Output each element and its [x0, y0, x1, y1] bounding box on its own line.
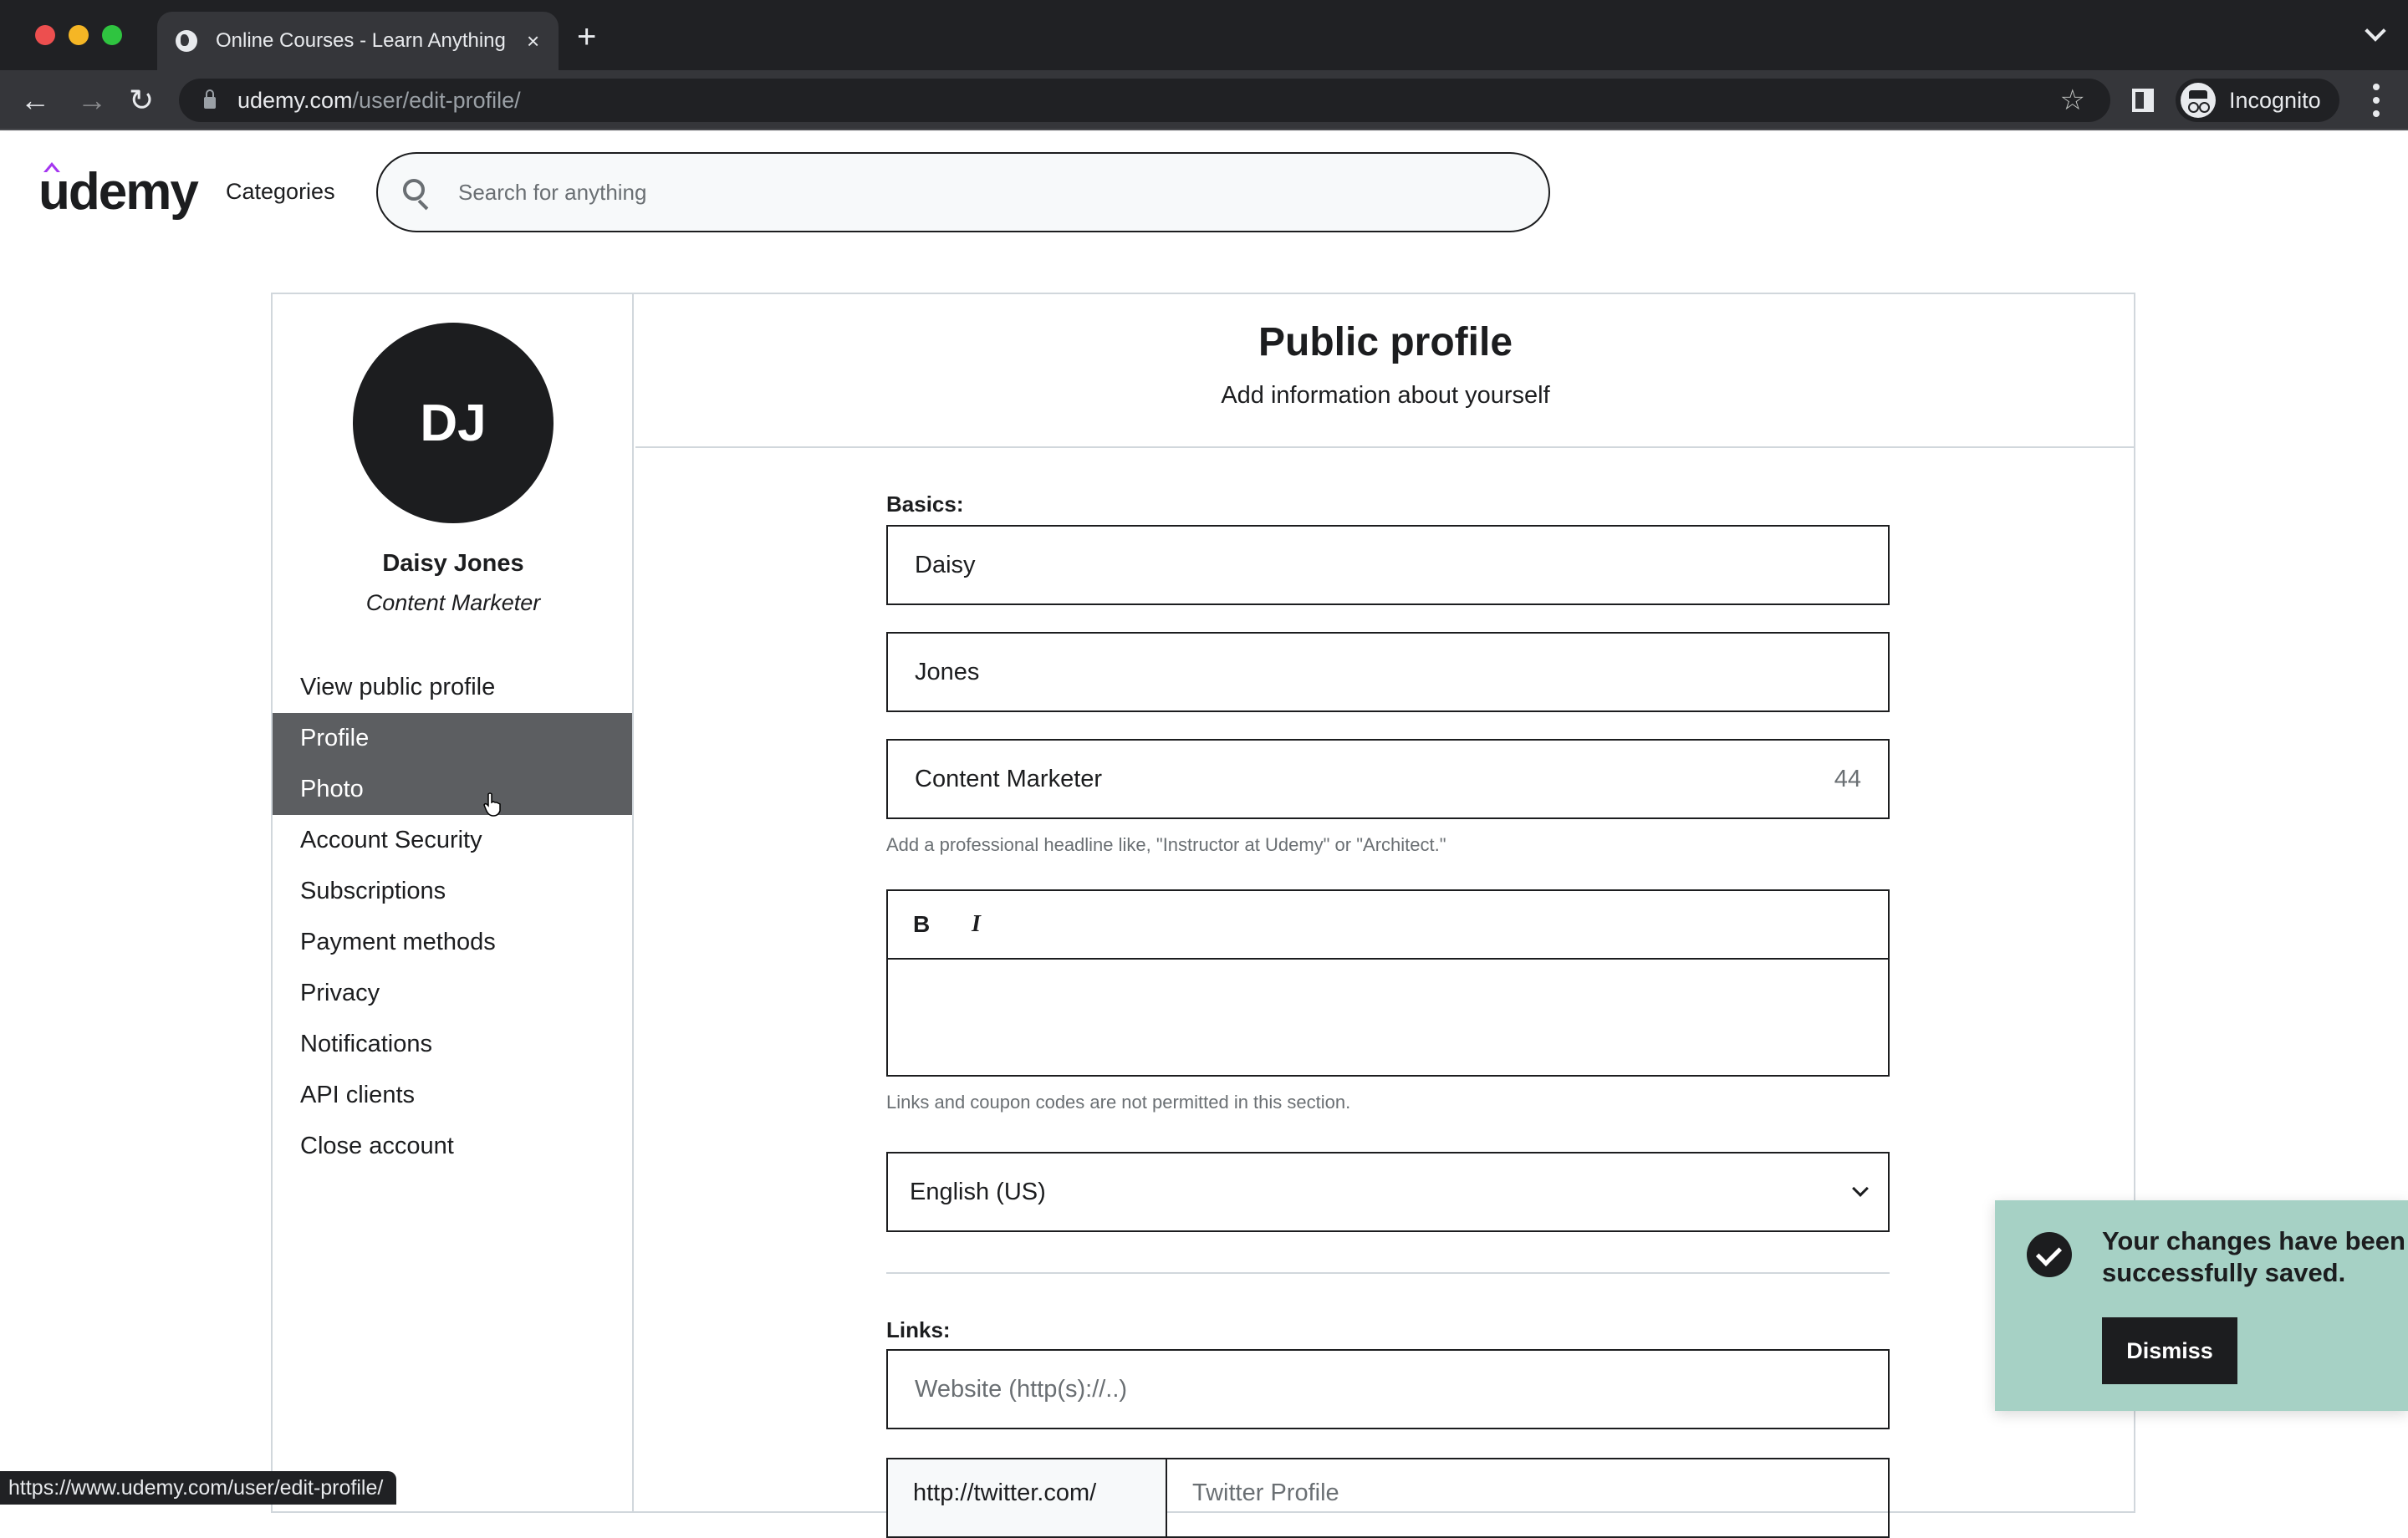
first-name-field[interactable]: Daisy [886, 525, 1890, 605]
section-divider [886, 1272, 1890, 1274]
twitter-field: http://twitter.com/ Twitter Profile [886, 1458, 1890, 1538]
biography-editor: B I [886, 889, 1890, 1077]
basics-label: Basics: [886, 491, 964, 517]
tab-search-chevron-icon[interactable] [2365, 20, 2386, 42]
browser-tab[interactable]: Online Courses - Learn Anything × [157, 12, 559, 70]
user-name: Daisy Jones [382, 550, 524, 577]
sidebar-item-notifications[interactable]: Notifications [273, 1019, 632, 1070]
browser-toolbar: ← → ↻ udemy.com/user/edit-profile/ ☆ Inc… [0, 70, 2408, 130]
udemy-logo[interactable]: udemy [38, 162, 199, 222]
lock-icon[interactable] [204, 89, 216, 109]
close-tab-icon[interactable]: × [527, 28, 539, 54]
page-title: Public profile [1258, 320, 1513, 364]
sidebar-item-photo[interactable]: Photo [273, 764, 632, 815]
success-toast: Your changes have been successfully save… [1995, 1200, 2408, 1411]
last-name-value: Jones [915, 658, 980, 685]
new-tab-button[interactable]: + [577, 18, 596, 56]
globe-icon [176, 30, 197, 52]
hand-pointer-cursor-icon [483, 792, 501, 817]
avatar: DJ [353, 323, 554, 523]
content-header: Public profile Add information about you… [635, 294, 2135, 448]
search-placeholder: Search for anything [458, 179, 647, 205]
sidebar-item-payment-methods[interactable]: Payment methods [273, 917, 632, 968]
links-label: Links: [886, 1317, 951, 1342]
headline-hint: Add a professional headline like, "Instr… [886, 834, 1446, 855]
search-input[interactable]: Search for anything [376, 152, 1550, 232]
headline-field[interactable]: Content Marketer 44 [886, 739, 1890, 819]
forward-arrow-icon[interactable]: → [77, 82, 107, 119]
profile-card: DJ Daisy Jones Content Marketer View pub… [271, 293, 2135, 1538]
incognito-profile-button[interactable]: Incognito [2176, 79, 2339, 122]
italic-button[interactable]: I [972, 911, 981, 938]
user-headline: Content Marketer [365, 590, 541, 615]
dismiss-button[interactable]: Dismiss [2102, 1317, 2237, 1384]
website-placeholder: Website (http(s)://..) [915, 1375, 1128, 1403]
browser-menu-icon[interactable] [2373, 84, 2380, 117]
profile-form: Basics: Daisy Jones Content Marketer 44 … [886, 491, 1890, 1538]
bookmark-star-icon[interactable]: ☆ [2060, 84, 2085, 117]
first-name-value: Daisy [915, 551, 976, 578]
incognito-label: Incognito [2229, 87, 2321, 113]
profile-content: Public profile Add information about you… [635, 294, 2135, 1538]
tab-title: Online Courses - Learn Anything [216, 29, 506, 52]
toast-message: Your changes have been successfully save… [2102, 1226, 2405, 1287]
last-name-field[interactable]: Jones [886, 632, 1890, 712]
window-close-button[interactable] [35, 25, 55, 45]
status-bar-url: https://www.udemy.com/user/edit-profile/ [0, 1471, 397, 1505]
biography-hint: Links and coupon codes are not permitted… [886, 1092, 1351, 1113]
chevron-down-icon [1852, 1180, 1869, 1197]
editor-toolbar: B I [888, 891, 1888, 960]
side-panel-icon[interactable] [2132, 89, 2154, 112]
twitter-prefix: http://twitter.com/ [888, 1459, 1167, 1536]
site-header: udemy Categories Search for anything [0, 132, 2408, 252]
sidebar-menu: View public profile Profile Photo Accoun… [273, 662, 632, 1172]
language-value: English (US) [910, 1178, 1046, 1205]
twitter-input[interactable]: Twitter Profile [1167, 1459, 1365, 1536]
language-select[interactable]: English (US) [886, 1152, 1890, 1232]
sidebar-item-api-clients[interactable]: API clients [273, 1070, 632, 1121]
url-path: /user/edit-profile/ [352, 87, 521, 113]
sidebar-item-view-public-profile[interactable]: View public profile [273, 662, 632, 713]
headline-char-counter: 44 [1834, 765, 1861, 792]
website-input[interactable]: Website (http(s)://..) [886, 1349, 1890, 1429]
sidebar-item-account-security[interactable]: Account Security [273, 815, 632, 866]
sidebar-item-privacy[interactable]: Privacy [273, 968, 632, 1019]
check-circle-icon [2027, 1232, 2072, 1277]
sidebar-item-close-account[interactable]: Close account [273, 1121, 632, 1172]
headline-value: Content Marketer [915, 765, 1103, 792]
search-icon[interactable] [403, 179, 425, 201]
browser-tab-bar: Online Courses - Learn Anything × + [0, 0, 2408, 70]
url-domain: udemy.com [237, 87, 353, 113]
sidebar-item-profile[interactable]: Profile [273, 713, 632, 764]
window-zoom-button[interactable] [102, 25, 122, 45]
back-arrow-icon[interactable]: ← [20, 82, 50, 119]
profile-sidebar: DJ Daisy Jones Content Marketer View pub… [273, 294, 634, 1511]
sidebar-item-subscriptions[interactable]: Subscriptions [273, 866, 632, 917]
biography-textarea[interactable] [888, 960, 1888, 1075]
categories-link[interactable]: Categories [226, 179, 335, 205]
incognito-icon [2181, 83, 2216, 118]
page-subtitle: Add information about yourself [1221, 382, 1550, 409]
reload-icon[interactable]: ↻ [129, 82, 154, 119]
bold-button[interactable]: B [913, 911, 972, 938]
address-bar[interactable]: udemy.com/user/edit-profile/ ☆ [179, 79, 2110, 122]
window-minimize-button[interactable] [69, 25, 89, 45]
